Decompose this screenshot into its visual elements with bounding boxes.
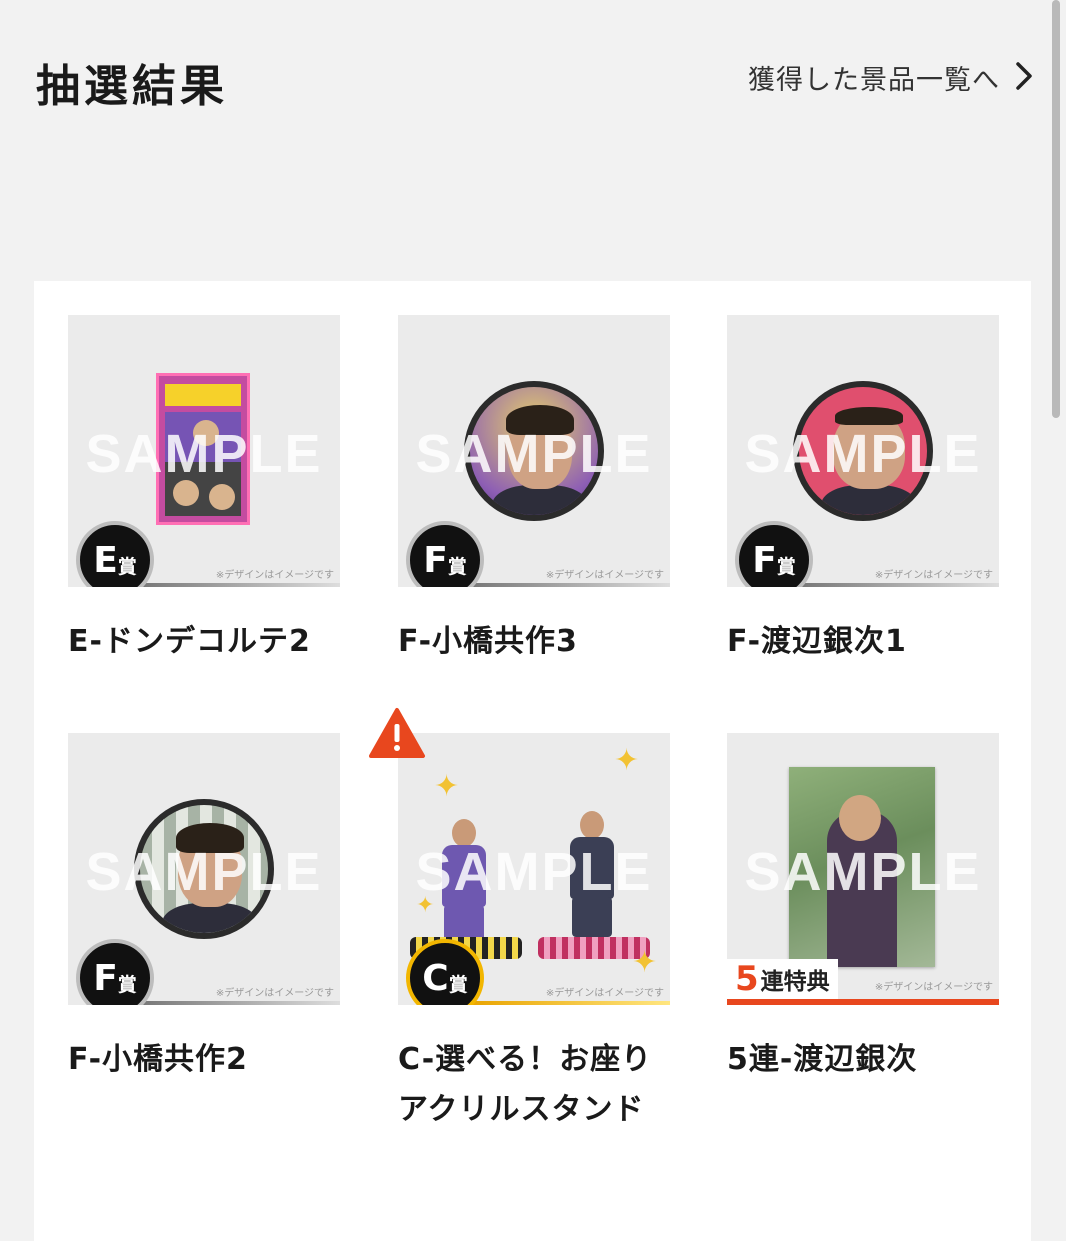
rank-bar: [470, 1001, 670, 1005]
prize-title: C-選べる！お座りアクリルスタンド: [398, 1042, 653, 1127]
rank-suffix: 賞: [776, 555, 796, 578]
prize-title: F-渡辺銀次1: [727, 624, 907, 659]
sample-watermark: SAMPLE: [744, 424, 982, 484]
design-note: ※デザインはイメージです: [874, 570, 993, 581]
sample-watermark: SAMPLE: [85, 842, 323, 902]
prize-image: SAMPLE ※デザインはイメージです F賞: [68, 733, 340, 1005]
rank-suffix: 賞: [117, 973, 137, 996]
rank-suffix: 賞: [117, 555, 137, 578]
result-panel: SAMPLE ※デザインはイメージです E賞 E-ドンデコルテ2 SAMPLE …: [34, 281, 1031, 1241]
rank-letter: F: [752, 539, 777, 581]
chevron-right-icon: [1014, 61, 1034, 95]
prize-image: ✦ ✦ ✦ ✦ SAMPLE ※デザインはイメージです C賞: [398, 733, 670, 1005]
warning-icon: [368, 707, 426, 759]
design-note: ※デザインはイメージです: [545, 570, 664, 581]
prize-title: E-ドンデコルテ2: [68, 624, 311, 659]
sample-watermark: SAMPLE: [415, 424, 653, 484]
sample-watermark: SAMPLE: [85, 424, 323, 484]
rank-badge: F賞: [406, 521, 484, 587]
prize-card[interactable]: ✦ ✦ ✦ ✦ SAMPLE ※デザインはイメージです C賞 C-選べる！お座り…: [369, 708, 670, 1135]
rank-suffix: 賞: [448, 973, 468, 996]
design-note: ※デザインはイメージです: [215, 570, 334, 581]
prize-title: F-小橋共作3: [398, 624, 578, 659]
rank-badge: F賞: [76, 939, 154, 1005]
rank-letter: C: [422, 957, 449, 999]
rank-letter: E: [93, 539, 118, 581]
prize-card[interactable]: SAMPLE ※デザインはイメージです F賞 F-小橋共作2: [68, 733, 340, 1085]
rank-badge: E賞: [76, 521, 154, 587]
prize-card[interactable]: SAMPLE ※デザインはイメージです E賞 E-ドンデコルテ2: [68, 315, 340, 667]
prize-list-link[interactable]: 獲得した景品一覧へ: [748, 58, 1034, 97]
sample-watermark: SAMPLE: [415, 842, 653, 902]
rank-badge: F賞: [735, 521, 813, 587]
prize-card[interactable]: SAMPLE ※デザインはイメージです 5 連特典 5連-渡辺銀次: [727, 733, 999, 1085]
design-note: ※デザインはイメージです: [874, 982, 993, 993]
bonus-bar: [727, 999, 999, 1005]
rank-bar: [470, 583, 670, 587]
prize-list-link-label: 獲得した景品一覧へ: [748, 65, 1000, 96]
prize-title: 5連-渡辺銀次: [727, 1042, 918, 1077]
design-note: ※デザインはイメージです: [545, 988, 664, 999]
sample-watermark: SAMPLE: [744, 842, 982, 902]
bonus-label: 5 連特典: [727, 959, 838, 999]
prize-image: SAMPLE ※デザインはイメージです E賞: [68, 315, 340, 587]
rank-letter: F: [423, 539, 448, 581]
bonus-text: 連特典: [760, 969, 830, 995]
prize-card[interactable]: SAMPLE ※デザインはイメージです F賞 F-渡辺銀次1: [727, 315, 999, 667]
rank-suffix: 賞: [447, 555, 467, 578]
prize-title: F-小橋共作2: [68, 1042, 248, 1077]
bonus-number: 5: [735, 959, 759, 999]
rank-bar: [140, 1001, 340, 1005]
prize-image: SAMPLE ※デザインはイメージです F賞: [727, 315, 999, 587]
prize-card[interactable]: SAMPLE ※デザインはイメージです F賞 F-小橋共作3: [398, 315, 670, 667]
page-title: 抽選結果: [36, 61, 228, 112]
rank-letter: F: [93, 957, 118, 999]
prize-image: SAMPLE ※デザインはイメージです F賞: [398, 315, 670, 587]
rank-bar: [799, 583, 999, 587]
design-note: ※デザインはイメージです: [215, 988, 334, 999]
rank-bar: [140, 583, 340, 587]
scrollbar[interactable]: [1052, 0, 1060, 418]
prize-image: SAMPLE ※デザインはイメージです 5 連特典: [727, 733, 999, 1005]
